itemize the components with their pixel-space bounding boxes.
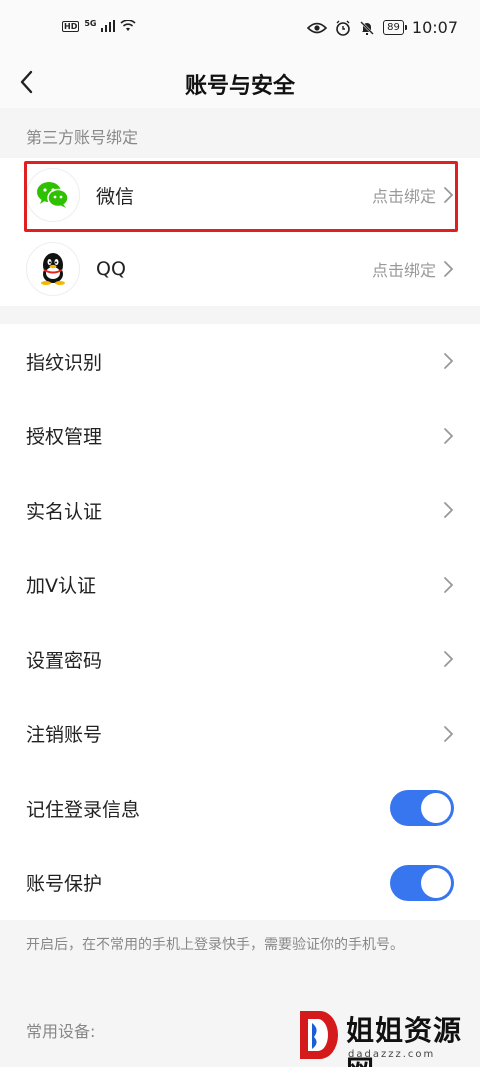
watermark-logo-icon <box>300 1011 338 1059</box>
remember-login-row: 记住登录信息 <box>0 771 480 846</box>
remember-login-label: 记住登录信息 <box>26 798 141 821</box>
third-party-section-label: 第三方账号绑定 <box>0 108 480 158</box>
qq-label: QQ <box>96 258 126 280</box>
clock: 10:07 <box>411 18 458 37</box>
qq-bind-action: 点击绑定 <box>371 261 436 280</box>
toggle-knob <box>421 793 451 824</box>
chevron-right-icon <box>442 724 454 744</box>
chevron-right-icon <box>442 575 454 595</box>
chevron-right-icon <box>442 185 454 205</box>
chevron-right-icon <box>442 351 454 371</box>
menu-item-fingerprint[interactable]: 指纹识别 <box>0 324 480 399</box>
account-protection-label: 账号保护 <box>26 873 103 896</box>
menu-item-label: 实名认证 <box>26 500 103 523</box>
signal-icon <box>101 20 116 32</box>
qq-icon <box>41 253 65 285</box>
toggle-knob <box>421 867 451 898</box>
account-protection-row: 账号保护 <box>0 845 480 920</box>
hd-badge: HD <box>62 20 80 32</box>
qq-avatar <box>26 242 80 296</box>
wechat-bind-row[interactable]: 微信 点击绑定 <box>0 158 480 232</box>
settings-list: 指纹识别 授权管理 实名认证 加V认证 设置密码 注销账号 记住登录信息 账号保… <box>0 324 480 920</box>
menu-item-label: 授权管理 <box>26 426 103 449</box>
third-party-accounts: 微信 点击绑定 QQ 点击绑定 <box>0 158 480 306</box>
protection-hint: 开启后，在不常用的手机上登录快手，需要验证你的手机号。 <box>0 920 480 1008</box>
alarm-icon <box>336 20 350 36</box>
chevron-right-icon <box>442 259 454 279</box>
network-label: 5G <box>84 18 97 28</box>
menu-item-label: 设置密码 <box>26 649 103 672</box>
menu-item-label: 指纹识别 <box>26 351 103 374</box>
menu-item-authorization[interactable]: 授权管理 <box>0 398 480 473</box>
menu-item-delete-account[interactable]: 注销账号 <box>0 696 480 771</box>
menu-item-label: 加V认证 <box>26 575 96 598</box>
wechat-label: 微信 <box>96 185 135 208</box>
chevron-right-icon <box>442 649 454 669</box>
wechat-avatar <box>26 168 80 222</box>
menu-item-set-password[interactable]: 设置密码 <box>0 622 480 697</box>
section-gap <box>0 306 480 324</box>
watermark-url: dadazzz.com <box>348 1049 436 1060</box>
wechat-icon <box>37 182 69 208</box>
qq-bind-row[interactable]: QQ 点击绑定 <box>0 232 480 306</box>
status-right: 89 10:07 <box>307 18 458 37</box>
account-protection-toggle[interactable] <box>390 864 454 901</box>
menu-item-real-name[interactable]: 实名认证 <box>0 473 480 548</box>
wifi-icon <box>120 20 137 31</box>
chevron-right-icon <box>442 500 454 520</box>
nav-bar: 账号与安全 <box>0 58 480 108</box>
mute-bell-icon <box>360 20 375 35</box>
watermark: 姐姐资源网 dadazzz.com <box>296 1005 472 1067</box>
menu-item-label: 注销账号 <box>26 724 103 747</box>
remember-login-toggle[interactable] <box>390 790 454 827</box>
eye-icon <box>307 22 328 33</box>
status-bar: HD 5G 89 10:07 <box>0 0 480 58</box>
page-title: 账号与安全 <box>184 74 295 99</box>
menu-item-v-verify[interactable]: 加V认证 <box>0 547 480 622</box>
battery-indicator: 89 <box>383 20 407 35</box>
wechat-bind-action: 点击绑定 <box>371 187 436 206</box>
status-left: HD 5G <box>62 18 137 32</box>
chevron-right-icon <box>442 426 454 446</box>
